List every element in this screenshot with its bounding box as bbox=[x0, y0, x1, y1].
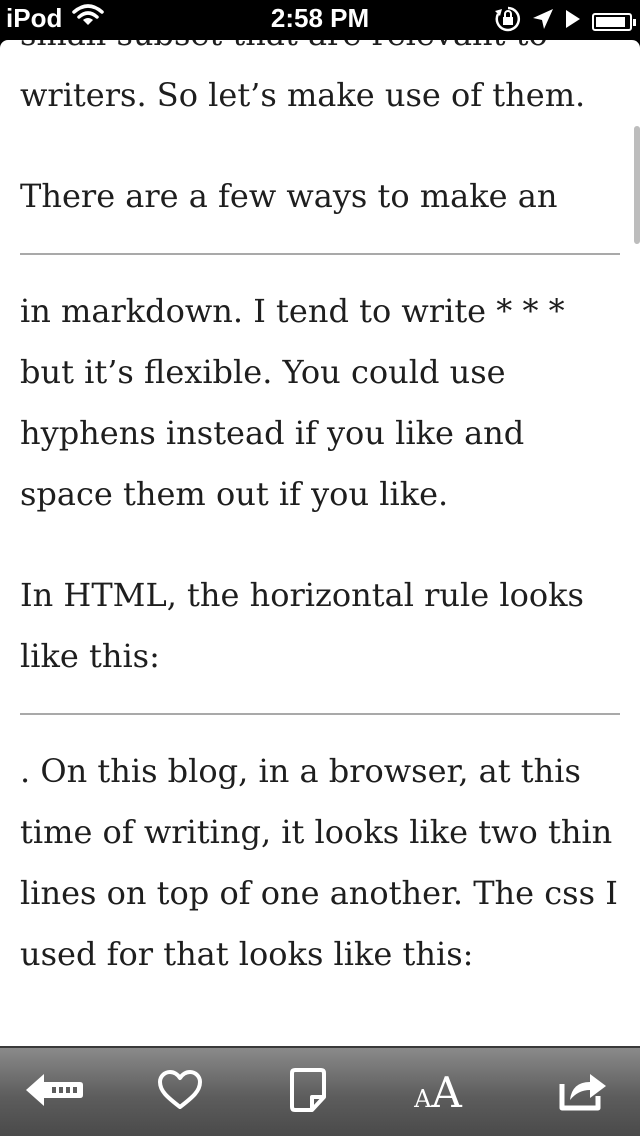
share-icon bbox=[556, 1068, 608, 1117]
article-body: small subset that are relevant to writer… bbox=[20, 40, 620, 985]
horizontal-rule bbox=[20, 713, 620, 715]
article-view[interactable]: small subset that are relevant to writer… bbox=[0, 40, 640, 1046]
font-size-large-label: A bbox=[431, 1067, 462, 1117]
font-size-small-label: A bbox=[414, 1084, 432, 1113]
paragraph: small subset that are relevant to writer… bbox=[20, 40, 586, 114]
font-size-button[interactable]: AA bbox=[406, 1062, 470, 1122]
location-arrow-icon bbox=[532, 8, 554, 35]
paragraph: . On this blog, in a browser, at this ti… bbox=[20, 752, 618, 973]
heart-icon bbox=[157, 1069, 203, 1116]
note-button[interactable] bbox=[276, 1062, 340, 1122]
battery-icon bbox=[592, 12, 636, 31]
paragraph: There are a few ways to make an bbox=[20, 177, 558, 215]
bottom-toolbar: AA bbox=[0, 1046, 640, 1136]
paragraph: in markdown. I tend to write * * * but i… bbox=[20, 292, 565, 513]
paragraph: In HTML, the horizontal rule looks like … bbox=[20, 576, 584, 675]
orientation-lock-icon bbox=[494, 5, 522, 38]
battery-level bbox=[596, 16, 625, 27]
back-button[interactable] bbox=[22, 1062, 86, 1122]
status-bar: iPod 2:58 PM bbox=[0, 0, 640, 40]
back-icon bbox=[22, 1070, 86, 1115]
scroll-indicator[interactable] bbox=[634, 126, 640, 244]
font-size-icon: AA bbox=[414, 1068, 462, 1117]
share-button[interactable] bbox=[550, 1062, 614, 1122]
horizontal-rule bbox=[20, 253, 620, 255]
play-icon bbox=[564, 8, 582, 35]
status-bar-right bbox=[494, 5, 636, 38]
note-icon bbox=[288, 1067, 328, 1118]
favorite-button[interactable] bbox=[148, 1062, 212, 1122]
